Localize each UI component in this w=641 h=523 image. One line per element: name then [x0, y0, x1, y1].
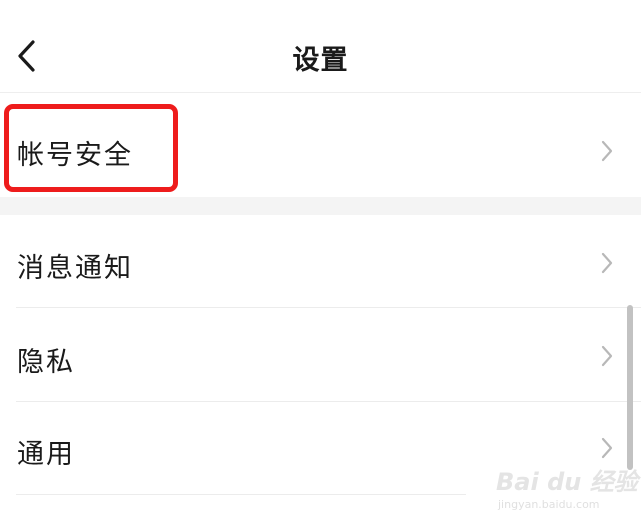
settings-item-label: 帐号安全: [17, 140, 133, 171]
settings-item-privacy[interactable]: 隐私: [0, 309, 641, 402]
section-gap: [0, 197, 641, 215]
baidu-jingyan-watermark: Bai du 经验 jingyan.baidu.com: [490, 458, 638, 518]
watermark-url: jingyan.baidu.com: [498, 498, 600, 511]
watermark-brand: Bai du 经验: [496, 468, 638, 496]
divider: [16, 494, 466, 495]
top-navigation-bar: 设置: [0, 0, 641, 100]
settings-screen: 设置 帐号安全 消息通知 隐私 通用 Bai du 经验 jingyan.bai…: [0, 0, 641, 523]
settings-item-label: 隐私: [17, 347, 75, 378]
page-title: 设置: [292, 45, 349, 76]
settings-item-label: 通用: [17, 439, 75, 470]
settings-item-notifications[interactable]: 消息通知: [0, 215, 641, 308]
scrollbar[interactable]: [627, 305, 633, 470]
settings-item-account-security[interactable]: 帐号安全: [0, 103, 641, 197]
chevron-right-icon: [601, 252, 613, 274]
chevron-right-icon: [601, 345, 613, 367]
divider: [0, 92, 641, 93]
divider: [16, 307, 641, 308]
settings-item-label: 消息通知: [17, 253, 133, 284]
chevron-right-icon: [601, 437, 613, 459]
chevron-right-icon: [601, 140, 613, 162]
